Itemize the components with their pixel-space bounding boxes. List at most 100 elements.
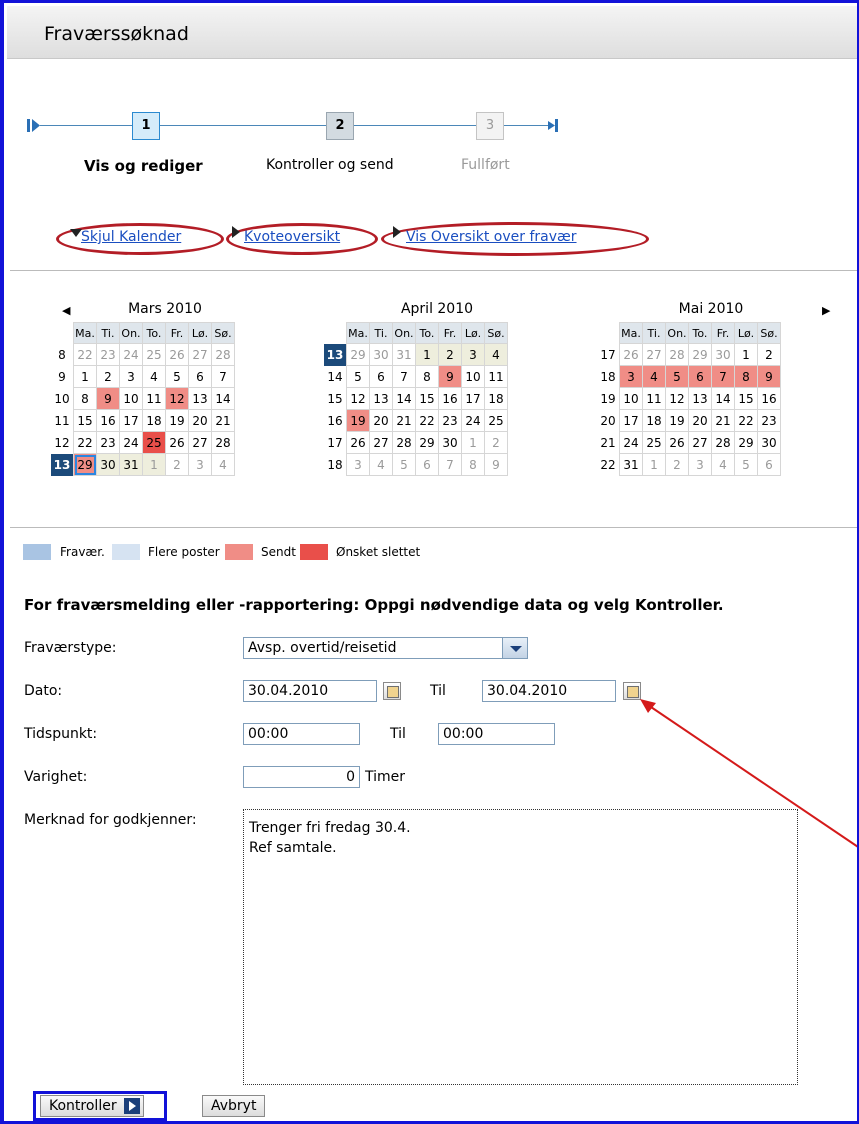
calendar-day[interactable]: 6 xyxy=(188,365,212,388)
calendar-day[interactable]: 5 xyxy=(165,365,189,388)
calendar-day[interactable]: 27 xyxy=(688,431,712,454)
week-number[interactable]: 18 xyxy=(324,454,347,476)
calendar-day[interactable]: 4 xyxy=(142,365,166,388)
calendar-day[interactable]: 3 xyxy=(619,365,643,388)
calendar-day[interactable]: 20 xyxy=(369,409,393,432)
chevron-down-icon[interactable] xyxy=(502,637,528,659)
calendar-day[interactable]: 16 xyxy=(438,387,462,410)
calendar-day[interactable]: 1 xyxy=(415,343,439,366)
week-number[interactable]: 17 xyxy=(324,432,347,454)
calendar-day[interactable]: 8 xyxy=(73,387,97,410)
calendar-day[interactable]: 19 xyxy=(665,409,689,432)
calendar-day[interactable]: 31 xyxy=(119,453,143,476)
calendar-day[interactable]: 9 xyxy=(757,365,781,388)
week-number[interactable]: 8 xyxy=(51,344,74,366)
calendar-day[interactable]: 4 xyxy=(211,453,235,476)
calendar-day[interactable]: 2 xyxy=(96,365,120,388)
absence-type-select[interactable]: Avsp. overtid/reisetid xyxy=(243,637,503,659)
calendar-day[interactable]: 4 xyxy=(642,365,666,388)
calendar-day[interactable]: 17 xyxy=(619,409,643,432)
calendar-day[interactable]: 5 xyxy=(665,365,689,388)
hide-calendar-link[interactable]: Skjul Kalender xyxy=(81,229,181,245)
time-to-input[interactable]: 00:00 xyxy=(438,723,555,745)
calendar-day[interactable]: 28 xyxy=(211,343,235,366)
calendar-day[interactable]: 2 xyxy=(757,343,781,366)
calendar-day[interactable]: 30 xyxy=(96,453,120,476)
calendar-day[interactable]: 12 xyxy=(665,387,689,410)
calendar-day[interactable]: 14 xyxy=(711,387,735,410)
calendar-day[interactable]: 22 xyxy=(73,343,97,366)
week-number[interactable]: 12 xyxy=(51,432,74,454)
calendar-day[interactable]: 1 xyxy=(142,453,166,476)
calendar-day[interactable]: 28 xyxy=(392,431,416,454)
calendar-day[interactable]: 8 xyxy=(461,453,485,476)
calendar-day[interactable]: 16 xyxy=(96,409,120,432)
calendar-day[interactable]: 11 xyxy=(642,387,666,410)
calendar-day[interactable]: 26 xyxy=(165,343,189,366)
calendar-day[interactable]: 30 xyxy=(438,431,462,454)
calendar-day[interactable]: 27 xyxy=(369,431,393,454)
calendar-day[interactable]: 23 xyxy=(96,431,120,454)
calendar-day[interactable]: 2 xyxy=(484,431,508,454)
calendar-day[interactable]: 30 xyxy=(757,431,781,454)
week-number[interactable]: 18 xyxy=(597,366,620,388)
calendar-day[interactable]: 29 xyxy=(688,343,712,366)
calendar-day[interactable]: 15 xyxy=(734,387,758,410)
calendar-day[interactable]: 6 xyxy=(415,453,439,476)
calendar-day[interactable]: 26 xyxy=(619,343,643,366)
calendar-day[interactable]: 23 xyxy=(757,409,781,432)
roadmap-step-2[interactable]: 2 xyxy=(326,112,354,140)
calendar-day[interactable]: 1 xyxy=(73,365,97,388)
calendar-day[interactable]: 17 xyxy=(119,409,143,432)
week-number[interactable]: 13 xyxy=(324,343,347,366)
calendar-day[interactable]: 23 xyxy=(96,343,120,366)
calendar-day[interactable]: 30 xyxy=(711,343,735,366)
calendar-day[interactable]: 3 xyxy=(188,453,212,476)
next-month-icon[interactable]: ▶ xyxy=(822,304,830,317)
calendar-day[interactable]: 19 xyxy=(165,409,189,432)
calendar-day[interactable]: 19 xyxy=(346,409,370,432)
week-number[interactable]: 16 xyxy=(324,410,347,432)
cancel-button[interactable]: Avbryt xyxy=(202,1095,266,1117)
calendar-day[interactable]: 20 xyxy=(688,409,712,432)
week-number[interactable]: 22 xyxy=(597,454,620,476)
calendar-day[interactable]: 4 xyxy=(369,453,393,476)
calendar-day[interactable]: 25 xyxy=(484,409,508,432)
calendar-day[interactable]: 10 xyxy=(619,387,643,410)
calendar-day[interactable]: 2 xyxy=(438,343,462,366)
calendar-day[interactable]: 3 xyxy=(119,365,143,388)
calendar-day[interactable]: 2 xyxy=(665,453,689,476)
calendar-day[interactable]: 6 xyxy=(757,453,781,476)
calendar-day[interactable]: 18 xyxy=(484,387,508,410)
week-number[interactable]: 15 xyxy=(324,388,347,410)
calendar-day[interactable]: 25 xyxy=(142,343,166,366)
calendar-day[interactable]: 28 xyxy=(665,343,689,366)
week-number[interactable]: 13 xyxy=(51,453,74,476)
calendar-day[interactable]: 1 xyxy=(461,431,485,454)
calendar-day[interactable]: 13 xyxy=(188,387,212,410)
calendar-day[interactable]: 23 xyxy=(438,409,462,432)
calendar-day[interactable]: 13 xyxy=(369,387,393,410)
calendar-day[interactable]: 12 xyxy=(346,387,370,410)
calendar-day[interactable]: 28 xyxy=(211,431,235,454)
calendar-day[interactable]: 3 xyxy=(688,453,712,476)
calendar-day[interactable]: 11 xyxy=(484,365,508,388)
duration-input[interactable]: 0 xyxy=(243,766,360,788)
calendar-day[interactable]: 25 xyxy=(142,431,166,454)
date-to-input[interactable]: 30.04.2010 xyxy=(482,680,616,702)
week-number[interactable]: 20 xyxy=(597,410,620,432)
calendar-day[interactable]: 11 xyxy=(142,387,166,410)
calendar-day[interactable]: 29 xyxy=(415,431,439,454)
calendar-day[interactable]: 31 xyxy=(392,343,416,366)
calendar-day[interactable]: 9 xyxy=(96,387,120,410)
calendar-day[interactable]: 27 xyxy=(188,431,212,454)
calendar-day[interactable]: 29 xyxy=(346,343,370,366)
calendar-day[interactable]: 7 xyxy=(438,453,462,476)
calendar-day[interactable]: 29 xyxy=(73,453,97,476)
calendar-day[interactable]: 9 xyxy=(484,453,508,476)
calendar-day[interactable]: 24 xyxy=(461,409,485,432)
calendar-day[interactable]: 22 xyxy=(415,409,439,432)
calendar-day[interactable]: 1 xyxy=(734,343,758,366)
calendar-day[interactable]: 15 xyxy=(73,409,97,432)
week-number[interactable]: 11 xyxy=(51,410,74,432)
